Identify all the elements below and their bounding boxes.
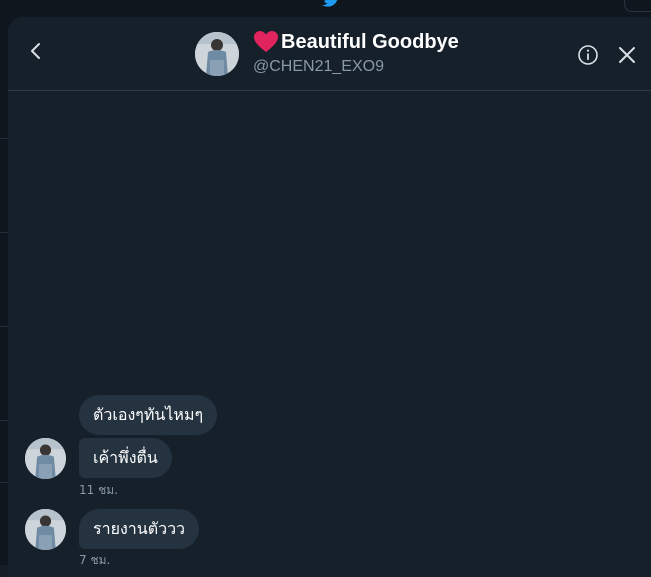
background-divider [0, 482, 8, 483]
avatar[interactable] [195, 32, 239, 76]
avatar[interactable] [25, 509, 66, 550]
info-icon [578, 45, 598, 65]
avatar[interactable] [25, 438, 66, 479]
direct-message-modal: Beautiful Goodbye @CHEN21_EXO9 ตัวเองๆทั… [8, 17, 651, 577]
background-divider [0, 326, 8, 327]
conversation-header: Beautiful Goodbye @CHEN21_EXO9 [8, 17, 651, 91]
background-chip [624, 0, 651, 12]
back-button[interactable] [22, 37, 50, 65]
background-divider [0, 420, 8, 421]
background-divider [0, 232, 8, 233]
background-divider [0, 138, 8, 139]
chevron-left-icon [31, 43, 40, 59]
message-bubble[interactable]: รายงานตัววว [79, 509, 200, 549]
message-timestamp: 11 ชม. [79, 483, 118, 497]
close-icon [619, 47, 635, 63]
title-text: Beautiful Goodbye [281, 30, 459, 53]
info-button[interactable] [576, 43, 600, 67]
message-timestamp: 7 ชม. [79, 553, 111, 567]
message-bubble[interactable]: เค้าพึ่งตื่น [79, 438, 172, 478]
twitter-logo-icon [322, 0, 338, 7]
heart-icon [254, 31, 278, 52]
conversation-title: Beautiful Goodbye [253, 28, 459, 56]
close-button[interactable] [616, 44, 638, 66]
user-handle: @CHEN21_EXO9 [253, 58, 384, 75]
message-bubble[interactable]: ตัวเองๆทันไหมๆ [79, 395, 218, 435]
